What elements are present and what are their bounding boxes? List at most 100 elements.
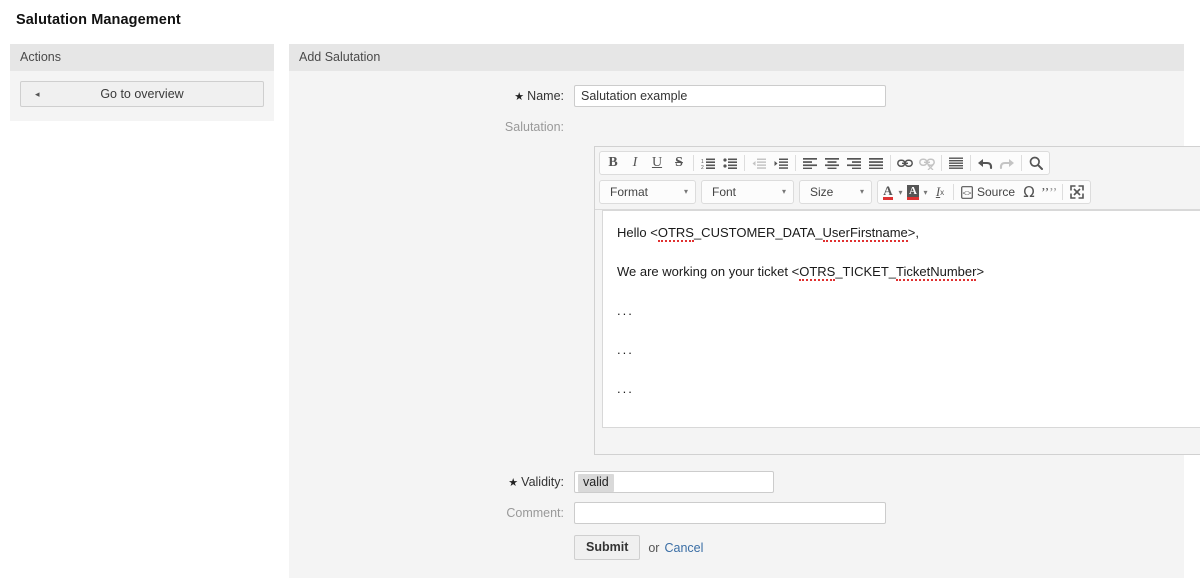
- increase-indent-icon[interactable]: [770, 153, 792, 173]
- undo-icon[interactable]: [974, 153, 996, 173]
- required-star-icon: ★: [514, 91, 525, 103]
- toolbar-separator: [953, 184, 954, 200]
- svg-text:2: 2: [701, 165, 704, 170]
- size-dropdown[interactable]: Size ▾: [799, 180, 872, 204]
- cancel-link[interactable]: Cancel: [664, 541, 703, 555]
- editor-toolbar: B I U S 12 Format ▾ Font ▾ Size ▾ A ▾ A …: [595, 147, 1200, 210]
- editor-paragraph-4: ...: [617, 342, 634, 357]
- align-right-icon[interactable]: [843, 153, 865, 173]
- line1-suffix: >,: [907, 225, 920, 240]
- remove-format-icon[interactable]: Ix: [930, 182, 950, 202]
- line1-prefix: Hello <: [617, 225, 658, 240]
- validity-label: ★ Validity:: [289, 471, 574, 494]
- or-label: or: [648, 540, 660, 555]
- chevron-down-icon: ▾: [683, 187, 688, 196]
- editor-paragraph-5: ...: [617, 381, 634, 396]
- numbered-list-icon[interactable]: 12: [697, 153, 719, 173]
- sidebar-body: ◂ Go to overview: [10, 71, 274, 121]
- name-field-wrap: [574, 85, 886, 107]
- comment-input[interactable]: [574, 502, 886, 524]
- blockquote-icon[interactable]: [945, 153, 967, 173]
- source-code-icon: <>: [961, 185, 973, 199]
- toolbar-separator: [1021, 155, 1022, 171]
- line1-mid: _CUSTOMER_DATA_: [693, 225, 823, 240]
- main-header: Add Salutation: [289, 44, 1184, 71]
- chevron-down-icon[interactable]: ▾: [896, 182, 905, 202]
- unlink-icon: [916, 153, 938, 173]
- back-arrow-icon: ◂: [35, 89, 40, 99]
- rich-text-editor: B I U S 12 Format ▾ Font ▾ Size ▾ A ▾ A …: [594, 146, 1200, 455]
- line2-prefix: We are working on your ticket <: [617, 264, 800, 279]
- go-to-overview-label: Go to overview: [100, 87, 184, 101]
- toolbar-group-colors: A ▾ A ▾ Ix <> Source Ω ’’ ’’: [877, 180, 1092, 204]
- go-to-overview-button[interactable]: ◂ Go to overview: [20, 81, 264, 107]
- chevron-down-icon: ▾: [859, 187, 864, 196]
- editor-content-area[interactable]: Hello <OTRS_CUSTOMER_DATA_UserFirstname>…: [602, 210, 1200, 428]
- source-button[interactable]: <> Source: [957, 182, 1019, 202]
- format-dropdown[interactable]: Format ▾: [599, 180, 696, 204]
- toolbar-separator: [795, 155, 796, 171]
- toolbar-separator: [970, 155, 971, 171]
- comment-row: Comment:: [289, 502, 1184, 524]
- name-label-text: Name:: [527, 89, 564, 103]
- editor-paragraph-1: Hello <OTRS_CUSTOMER_DATA_UserFirstname>…: [617, 223, 1198, 243]
- toolbar-separator: [941, 155, 942, 171]
- name-row: ★ Name:: [289, 85, 1184, 108]
- line2-token-ticketnumber: TicketNumber: [896, 264, 977, 281]
- page-title: Salutation Management: [16, 12, 181, 28]
- strikethrough-icon[interactable]: S: [668, 153, 690, 173]
- editor-footer: [595, 428, 1200, 454]
- toolbar-separator: [890, 155, 891, 171]
- size-dropdown-label: Size: [810, 185, 834, 199]
- font-dropdown-label: Font: [712, 185, 737, 199]
- editor-paragraph-3: ...: [617, 303, 634, 318]
- smart-quotes-icon[interactable]: ’’’’: [1039, 182, 1059, 202]
- validity-label-text: Validity:: [521, 475, 564, 489]
- editor-toolbar-row-2: Format ▾ Font ▾ Size ▾ A ▾ A ▾ I x <> So…: [599, 180, 1200, 204]
- maximize-icon[interactable]: [1066, 182, 1088, 202]
- validity-select[interactable]: valid: [574, 471, 774, 493]
- redo-icon: [996, 153, 1018, 173]
- main-panel: Add Salutation ★Name: Salutation:: [289, 44, 1200, 578]
- toolbar-separator: [744, 155, 745, 171]
- line2-mid: _TICKET_: [835, 264, 897, 279]
- link-icon[interactable]: [894, 153, 916, 173]
- salutation-label-row: Salutation:: [289, 116, 1184, 138]
- bulleted-list-icon[interactable]: [719, 153, 741, 173]
- required-star-icon: ★: [508, 477, 519, 489]
- find-icon[interactable]: [1025, 153, 1047, 173]
- toolbar-separator: [1062, 184, 1064, 200]
- italic-icon[interactable]: I: [624, 153, 646, 173]
- sidebar-header: Actions: [10, 44, 274, 71]
- bold-icon[interactable]: B: [602, 153, 624, 173]
- source-button-label: Source: [977, 185, 1016, 199]
- svg-text:’’: ’’: [1049, 186, 1057, 199]
- line1-token-userfirstname: UserFirstname: [822, 225, 908, 242]
- validity-field-wrap: valid: [574, 471, 774, 493]
- underline-icon[interactable]: U: [646, 153, 668, 173]
- comment-label: Comment:: [506, 506, 564, 520]
- text-color-icon[interactable]: A: [880, 182, 896, 202]
- salutation-label: Salutation:: [504, 120, 564, 134]
- name-label: ★ Name:: [289, 85, 574, 108]
- editor-toolbar-row-1: B I U S 12: [599, 151, 1200, 175]
- toolbar-group-basicstyles: B I U S 12: [599, 151, 1050, 175]
- decrease-indent-icon: [748, 153, 770, 173]
- salutation-editor-wrap: B I U S 12 Format ▾ Font ▾ Size ▾ A ▾ A …: [594, 146, 1200, 455]
- validity-row: ★ Validity: valid: [289, 471, 1184, 494]
- align-center-icon[interactable]: [821, 153, 843, 173]
- background-color-icon[interactable]: A: [905, 182, 921, 202]
- font-dropdown[interactable]: Font ▾: [701, 180, 794, 204]
- special-character-icon[interactable]: Ω: [1019, 182, 1039, 202]
- editor-paragraph-2: We are working on your ticket <OTRS_TICK…: [617, 262, 1198, 282]
- align-left-icon[interactable]: [799, 153, 821, 173]
- sidebar: Actions ◂ Go to overview: [10, 44, 274, 121]
- line2-token-otrs: OTRS: [799, 264, 836, 281]
- chevron-down-icon[interactable]: ▾: [921, 182, 930, 202]
- line1-token-otrs: OTRS: [657, 225, 694, 242]
- submit-button[interactable]: Submit: [574, 535, 641, 560]
- main-body: ★Name: Salutation: B: [289, 71, 1200, 578]
- align-justify-icon[interactable]: [865, 153, 887, 173]
- name-input[interactable]: [574, 85, 886, 107]
- toolbar-separator: [693, 155, 694, 171]
